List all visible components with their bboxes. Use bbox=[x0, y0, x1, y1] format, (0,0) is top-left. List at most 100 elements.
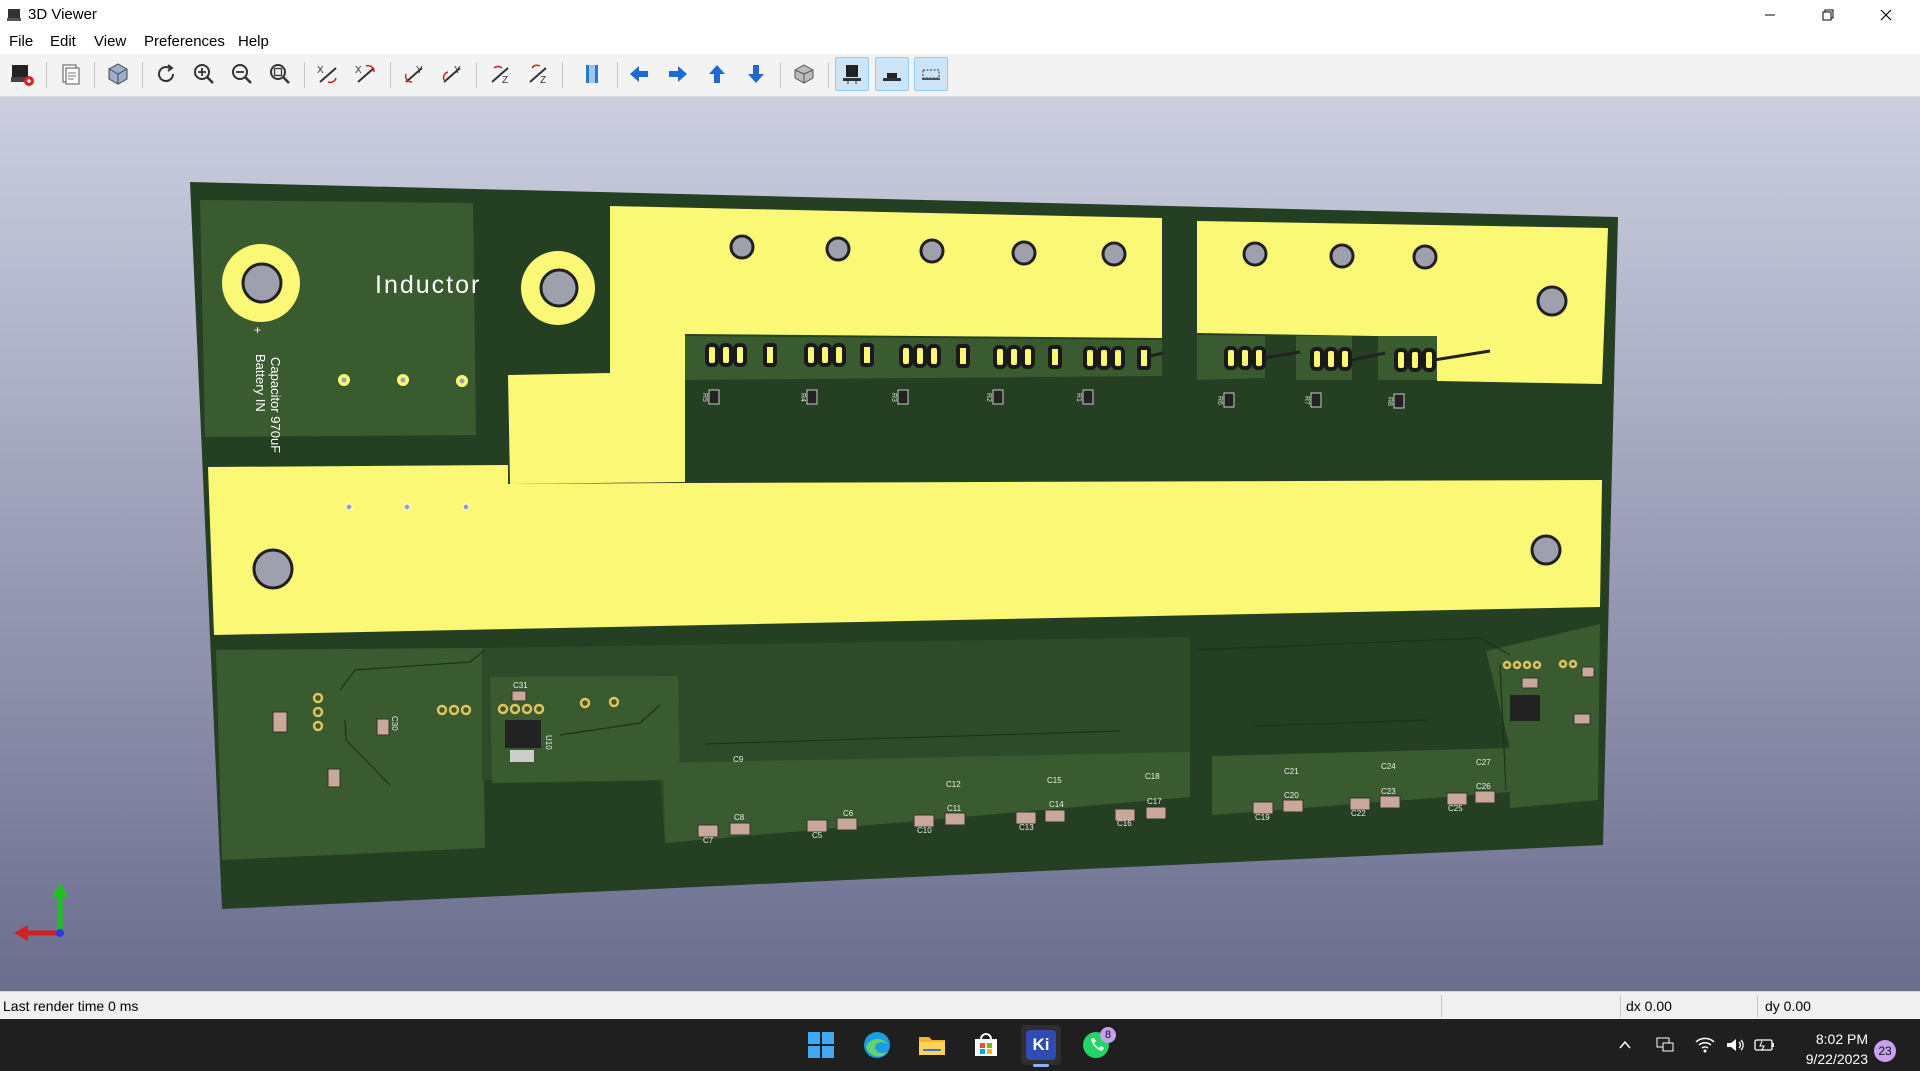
menu-view[interactable]: View bbox=[94, 33, 126, 50]
inductor-hole-right bbox=[539, 268, 579, 308]
svg-text:X: X bbox=[317, 65, 324, 76]
ref-label: R7 bbox=[1303, 396, 1310, 405]
whatsapp-app-button[interactable]: 8 bbox=[1076, 1025, 1116, 1065]
plus-marker: + bbox=[254, 323, 261, 337]
toolbar-separator bbox=[617, 62, 618, 88]
file-explorer-button[interactable] bbox=[912, 1025, 952, 1065]
flip-board-button[interactable] bbox=[575, 57, 609, 91]
show-smd-button[interactable] bbox=[875, 57, 909, 91]
render-options-icon bbox=[108, 63, 128, 85]
rotate-z-ccw-button[interactable]: Z bbox=[521, 57, 555, 91]
ref-label: R3 bbox=[890, 393, 897, 402]
redraw-icon bbox=[158, 64, 175, 83]
start-button[interactable] bbox=[801, 1025, 841, 1065]
show-tht-icon bbox=[843, 65, 861, 84]
microsoft-store-icon bbox=[975, 1033, 997, 1056]
store-app-button[interactable] bbox=[966, 1025, 1006, 1065]
menu-help[interactable]: Help bbox=[238, 33, 269, 50]
menu-preferences[interactable]: Preferences bbox=[144, 33, 225, 50]
rotate-x-cw-button[interactable]: X bbox=[311, 57, 345, 91]
restore-icon bbox=[1822, 9, 1834, 21]
tray-time[interactable]: 8:02 PM bbox=[1816, 1031, 1868, 1047]
ref-label: R4 bbox=[799, 393, 806, 402]
pan-down-button[interactable] bbox=[739, 57, 773, 91]
ref-label: C12 bbox=[946, 780, 961, 789]
reload-board-button[interactable] bbox=[5, 57, 39, 91]
ref-label: C15 bbox=[1047, 776, 1062, 785]
restore-button[interactable] bbox=[1799, 0, 1857, 30]
ref-label: C6 bbox=[843, 809, 854, 818]
show-smd-icon bbox=[883, 73, 901, 81]
ortho-toggle-button[interactable] bbox=[787, 57, 821, 91]
zoom-fit-button[interactable] bbox=[263, 57, 297, 91]
title-bar: 3D Viewer bbox=[0, 0, 1920, 30]
notifications-badge[interactable]: 23 bbox=[1874, 1040, 1896, 1062]
y-axis-arrow bbox=[52, 883, 68, 897]
volume-tray[interactable] bbox=[1724, 1034, 1746, 1056]
ref-label: R6 bbox=[1216, 396, 1223, 405]
ref-label: C10 bbox=[917, 826, 932, 835]
ref-label: C19 bbox=[1255, 813, 1270, 822]
zoom-in-icon bbox=[194, 64, 214, 84]
edge-browser-icon bbox=[864, 1032, 890, 1058]
render-options-button[interactable] bbox=[101, 57, 135, 91]
ortho-toggle-icon bbox=[794, 64, 814, 84]
toolbar-separator bbox=[142, 62, 143, 88]
rotate-x-cw-icon: X bbox=[317, 65, 337, 84]
tray-date[interactable]: 9/22/2023 bbox=[1806, 1051, 1868, 1067]
battery-tray[interactable] bbox=[1754, 1034, 1776, 1056]
rotate-y-cw-icon: Y bbox=[404, 65, 423, 83]
3d-viewport[interactable]: Inductor + Capacitor 970uF Battery IN R5… bbox=[0, 97, 1920, 991]
kicad-app-button[interactable]: Ki bbox=[1021, 1025, 1061, 1067]
minimize-button[interactable] bbox=[1741, 0, 1799, 30]
zoom-in-button[interactable] bbox=[187, 57, 221, 91]
wifi-tray[interactable] bbox=[1694, 1034, 1716, 1056]
redraw-button[interactable] bbox=[149, 57, 183, 91]
ref-label: C23 bbox=[1381, 787, 1396, 796]
speaker-icon bbox=[1727, 1039, 1744, 1051]
copper-zone-lower bbox=[208, 465, 1602, 635]
axes-gizmo bbox=[14, 883, 68, 941]
pan-left-button[interactable] bbox=[622, 57, 656, 91]
taskbar: Ki 8 8:02 PM 9/22/2023 23 bbox=[0, 1019, 1920, 1071]
zoom-out-button[interactable] bbox=[225, 57, 259, 91]
rotate-x-ccw-button[interactable]: X bbox=[349, 57, 383, 91]
tray-overflow-button[interactable] bbox=[1614, 1034, 1636, 1056]
ref-label: C7 bbox=[703, 836, 714, 845]
pan-right-icon bbox=[669, 66, 687, 82]
ref-label: C13 bbox=[1019, 823, 1034, 832]
ref-label: C26 bbox=[1476, 782, 1491, 791]
toolbar-separator bbox=[828, 62, 829, 88]
rotate-z-cw-icon: Z bbox=[491, 65, 509, 86]
rotate-y-cw-button[interactable]: Y bbox=[397, 57, 431, 91]
rotate-y-ccw-button[interactable]: Y bbox=[435, 57, 469, 91]
edge-app-button[interactable] bbox=[857, 1025, 897, 1065]
toolbar-separator bbox=[390, 62, 391, 88]
x-axis-arrow bbox=[14, 925, 28, 941]
ref-label: C27 bbox=[1476, 758, 1491, 767]
close-button[interactable] bbox=[1857, 0, 1915, 30]
menu-file[interactable]: File bbox=[9, 33, 33, 50]
menu-edit[interactable]: Edit bbox=[50, 33, 76, 50]
pan-down-icon bbox=[748, 65, 764, 83]
show-virtual-button[interactable] bbox=[914, 57, 948, 91]
status-bar: Last render time 0 ms dx 0.00 dy 0.00 bbox=[0, 991, 1920, 1020]
ref-label: C8 bbox=[734, 813, 745, 822]
ref-label: C18 bbox=[1145, 772, 1160, 781]
menu-bar: File Edit View Preferences Help bbox=[0, 30, 1920, 54]
z-axis bbox=[56, 929, 64, 937]
status-separator bbox=[1441, 995, 1442, 1017]
inductor-hole-left bbox=[241, 262, 283, 304]
network-tray[interactable] bbox=[1654, 1034, 1676, 1056]
ref-label: R5 bbox=[701, 393, 708, 402]
control-mask-left bbox=[216, 648, 485, 860]
pan-right-button[interactable] bbox=[661, 57, 695, 91]
pan-up-button[interactable] bbox=[700, 57, 734, 91]
show-tht-button[interactable] bbox=[835, 57, 869, 91]
ref-label: C16 bbox=[1117, 819, 1132, 828]
notification-badge: 8 bbox=[1100, 1027, 1116, 1043]
rotate-z-cw-button[interactable]: Z bbox=[483, 57, 517, 91]
toolbar-separator bbox=[94, 62, 95, 88]
toolbar-separator bbox=[46, 62, 47, 88]
copy-3d-image-button[interactable] bbox=[53, 57, 87, 91]
